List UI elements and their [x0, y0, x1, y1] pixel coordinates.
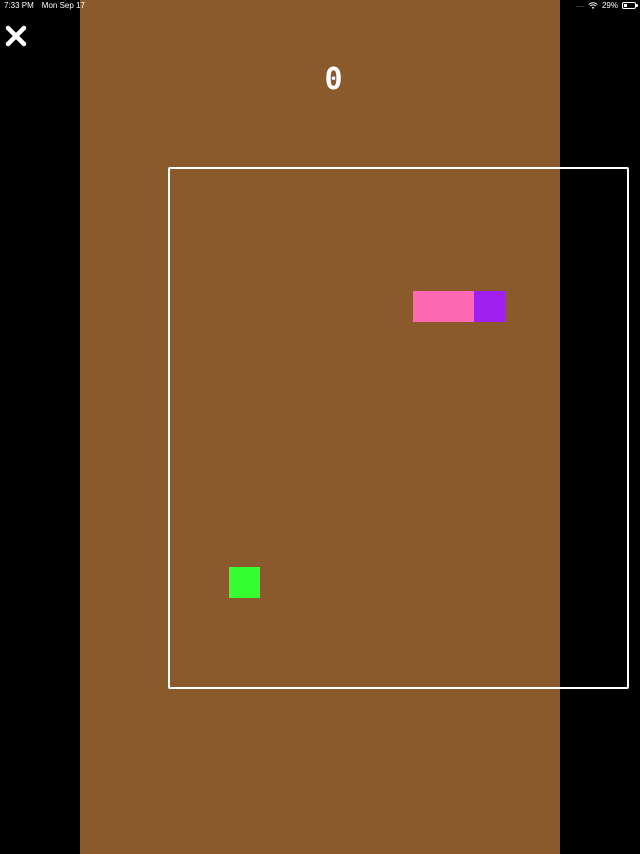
status-date: Mon Sep 17 — [41, 1, 85, 10]
status-bar: 7:33 PM Mon Sep 17 ..... 29% — [0, 0, 640, 14]
food-pellet — [229, 567, 260, 598]
snake-head — [474, 291, 505, 322]
game-board[interactable] — [168, 167, 629, 689]
screen: 7:33 PM Mon Sep 17 ..... 29% 0 — [0, 0, 640, 854]
close-icon — [5, 25, 27, 47]
status-time: 7:33 PM — [4, 1, 34, 10]
battery-level — [624, 4, 627, 7]
wifi-icon — [588, 1, 598, 9]
snake-segment — [444, 291, 475, 322]
score-display: 0 — [324, 62, 344, 97]
snake-segment — [413, 291, 444, 322]
signal-dots: ..... — [575, 2, 584, 9]
status-right: ..... 29% — [575, 1, 638, 10]
game-area: 0 — [80, 0, 629, 854]
battery-percent: 29% — [601, 1, 618, 10]
battery-icon — [622, 2, 638, 9]
status-left: 7:33 PM Mon Sep 17 — [4, 1, 85, 10]
close-button[interactable] — [4, 24, 28, 48]
